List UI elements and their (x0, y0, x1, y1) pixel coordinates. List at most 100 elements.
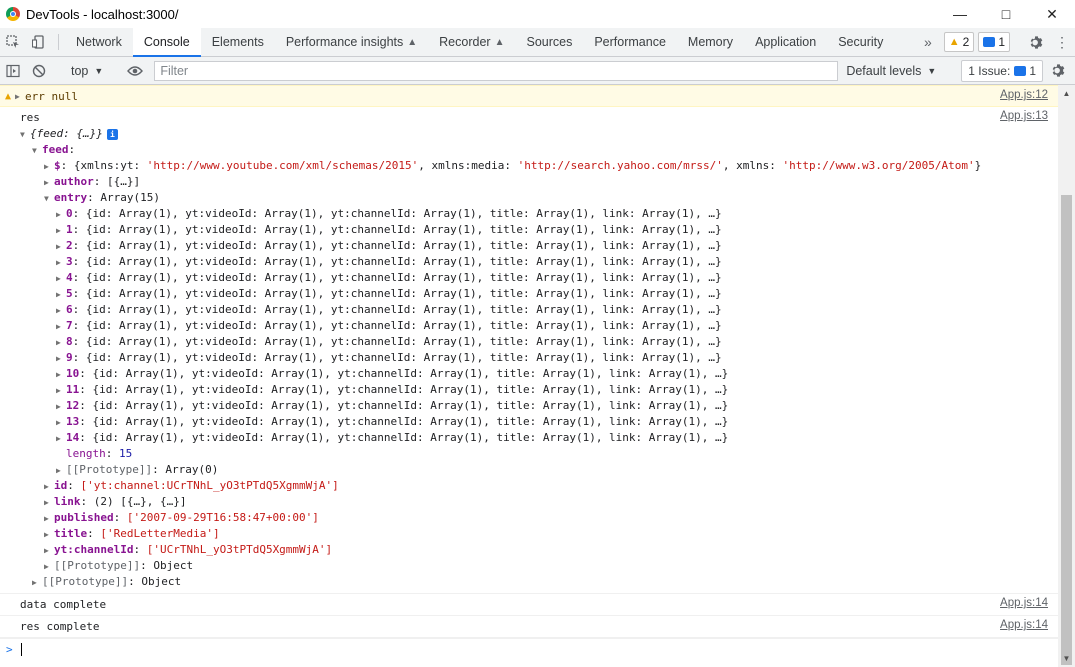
show-sidebar-icon[interactable] (0, 64, 26, 78)
expand-triangle-icon[interactable]: ▶ (56, 271, 66, 287)
device-toolbar-icon[interactable] (26, 28, 52, 56)
prop-entry[interactable]: ▼ entry: Array(15) (44, 190, 1058, 206)
expand-triangle-icon[interactable]: ▶ (44, 511, 54, 527)
array-entry[interactable]: ▶ 0: {id: Array(1), yt:videoId: Array(1),… (56, 206, 1058, 222)
expand-triangle-icon[interactable]: ▶ (56, 335, 66, 351)
console-prompt[interactable]: > (0, 638, 1058, 659)
tab-elements[interactable]: Elements (201, 28, 275, 56)
issues-counter[interactable]: 1 (978, 32, 1010, 52)
expand-triangle-icon[interactable]: ▶ (56, 431, 66, 447)
scroll-up-arrow-icon[interactable]: ▲ (1058, 85, 1075, 102)
settings-gear-icon[interactable] (1023, 35, 1049, 50)
console-settings-gear-icon[interactable] (1045, 63, 1071, 78)
expand-triangle-icon[interactable]: ▶ (56, 223, 66, 239)
expand-triangle-icon[interactable]: ▶ (56, 367, 66, 383)
expand-triangle-icon[interactable]: ▶ (44, 159, 54, 175)
issues-button[interactable]: 1 Issue: 1 (961, 59, 1043, 82)
expand-triangle-icon[interactable]: ▶ (56, 207, 66, 223)
prop-id[interactable]: ▶ id: ['yt:channel:UCrTNhL_yO3tPTdQ5XgmmW… (44, 478, 1058, 494)
array-entry[interactable]: ▶ 9: {id: Array(1), yt:videoId: Array(1),… (56, 350, 1058, 366)
inspect-element-icon[interactable] (0, 28, 26, 56)
array-entry[interactable]: ▶ 6: {id: Array(1), yt:videoId: Array(1),… (56, 302, 1058, 318)
prop-dollar[interactable]: ▶ $: {xmlns:yt: 'http://www.youtube.com/x… (44, 158, 1058, 174)
array-entry[interactable]: ▶ 13: {id: Array(1), yt:videoId: Array(1)… (56, 414, 1058, 430)
filter-input[interactable]: Filter (154, 60, 839, 81)
minimize-button[interactable]: — (937, 0, 983, 28)
scrollbar-thumb[interactable] (1061, 195, 1072, 665)
tab-label: Console (143, 35, 190, 49)
prop-published[interactable]: ▶ published: ['2007-09-29T16:58:47+00:00'… (44, 510, 1058, 526)
array-entry[interactable]: ▶ 7: {id: Array(1), yt:videoId: Array(1),… (56, 318, 1058, 334)
array-entry[interactable]: ▶ 5: {id: Array(1), yt:videoId: Array(1),… (56, 286, 1058, 302)
tab-sources[interactable]: Sources (515, 28, 583, 56)
prop-key: length (66, 447, 106, 460)
expand-triangle-icon[interactable]: ▶ (56, 383, 66, 399)
array-entry[interactable]: ▶ 3: {id: Array(1), yt:videoId: Array(1),… (56, 254, 1058, 270)
expand-triangle-icon[interactable]: ▶ (56, 255, 66, 271)
array-entry[interactable]: ▶ 14: {id: Array(1), yt:videoId: Array(1)… (56, 430, 1058, 446)
expand-triangle-icon[interactable]: ▶ (56, 399, 66, 415)
expand-triangle-icon[interactable]: ▶ (44, 479, 54, 495)
prop-feed[interactable]: ▼ feed: (32, 142, 1058, 158)
expand-triangle-icon[interactable]: ▶ (44, 543, 54, 559)
value-part: } (974, 159, 982, 172)
more-options-icon[interactable]: ⋮ (1049, 34, 1075, 51)
expand-triangle-icon[interactable]: ▶ (44, 527, 54, 543)
prop-array-prototype[interactable]: ▶ [[Prototype]]: Array(0) (56, 462, 1058, 478)
source-link[interactable]: App.js:14 (1000, 597, 1048, 609)
tab-network[interactable]: Network (65, 28, 133, 56)
tab-security[interactable]: Security (827, 28, 894, 56)
tab-memory[interactable]: Memory (677, 28, 744, 56)
expand-triangle-icon[interactable]: ▶ (44, 495, 54, 511)
entry-preview: {id: Array(1), yt:videoId: Array(1), yt:… (92, 367, 729, 380)
array-entry[interactable]: ▶ 8: {id: Array(1), yt:videoId: Array(1),… (56, 334, 1058, 350)
expanded-triangle-icon[interactable]: ▼ (44, 191, 54, 207)
tab-performance-insights[interactable]: Performance insights ▲ (275, 28, 428, 56)
expand-triangle-icon[interactable]: ▶ (44, 559, 54, 575)
warnings-counter[interactable]: ▲ 2 (943, 32, 975, 52)
clear-console-icon[interactable] (26, 64, 52, 78)
console-scrollbar[interactable]: ▲ ▼ (1058, 85, 1075, 667)
expand-triangle-icon[interactable]: ▶ (56, 287, 66, 303)
expand-triangle-icon[interactable]: ▶ (56, 351, 66, 367)
prop-root-prototype[interactable]: ▶ [[Prototype]]: Object (32, 574, 1058, 590)
issue-icon (1014, 65, 1027, 76)
expand-triangle-icon[interactable]: ▶ (15, 92, 25, 101)
tab-application[interactable]: Application (744, 28, 827, 56)
prop-title[interactable]: ▶ title: ['RedLetterMedia'] (44, 526, 1058, 542)
source-link[interactable]: App.js:12 (1000, 89, 1048, 101)
expand-triangle-icon[interactable]: ▶ (56, 415, 66, 431)
prop-feed-prototype[interactable]: ▶ [[Prototype]]: Object (44, 558, 1058, 574)
array-entry[interactable]: ▶ 12: {id: Array(1), yt:videoId: Array(1)… (56, 398, 1058, 414)
source-link[interactable]: App.js:14 (1000, 619, 1048, 631)
expand-triangle-icon[interactable]: ▶ (32, 575, 42, 591)
array-entry[interactable]: ▶ 4: {id: Array(1), yt:videoId: Array(1),… (56, 270, 1058, 286)
expand-triangle-icon[interactable]: ▶ (56, 239, 66, 255)
expand-triangle-icon[interactable]: ▶ (56, 319, 66, 335)
maximize-button[interactable]: □ (983, 0, 1029, 28)
prop-link[interactable]: ▶ link: (2) [{…}, {…}] (44, 494, 1058, 510)
tab-recorder[interactable]: Recorder ▲ (428, 28, 515, 56)
array-entry[interactable]: ▶ 2: {id: Array(1), yt:videoId: Array(1),… (56, 238, 1058, 254)
expanded-triangle-icon[interactable]: ▼ (20, 127, 30, 143)
scroll-down-arrow-icon[interactable]: ▼ (1058, 650, 1075, 667)
more-tabs-button[interactable]: » (916, 34, 940, 50)
tab-console[interactable]: Console (132, 28, 201, 57)
tab-performance[interactable]: Performance (583, 28, 677, 56)
expand-triangle-icon[interactable]: ▶ (56, 303, 66, 319)
source-link[interactable]: App.js:13 (1000, 110, 1048, 122)
object-root[interactable]: ▼ {feed: {…}} i (20, 126, 1058, 142)
array-entry[interactable]: ▶ 1: {id: Array(1), yt:videoId: Array(1),… (56, 222, 1058, 238)
expand-triangle-icon[interactable]: ▶ (56, 463, 66, 479)
array-entry[interactable]: ▶ 10: {id: Array(1), yt:videoId: Array(1)… (56, 366, 1058, 382)
context-selector[interactable]: top ▼ (65, 64, 109, 78)
close-button[interactable]: ✕ (1029, 0, 1075, 28)
prop-value: ['2007-09-29T16:58:47+00:00'] (126, 511, 319, 524)
live-expression-eye-icon[interactable] (122, 65, 148, 77)
prop-author[interactable]: ▶ author: [{…}] (44, 174, 1058, 190)
expand-triangle-icon[interactable]: ▶ (44, 175, 54, 191)
array-entry[interactable]: ▶ 11: {id: Array(1), yt:videoId: Array(1)… (56, 382, 1058, 398)
prop-channel-id[interactable]: ▶ yt:channelId: ['UCrTNhL_yO3tPTdQ5XgmmWj… (44, 542, 1058, 558)
expanded-triangle-icon[interactable]: ▼ (32, 143, 42, 159)
log-levels-dropdown[interactable]: Default levels ▼ (846, 64, 936, 78)
